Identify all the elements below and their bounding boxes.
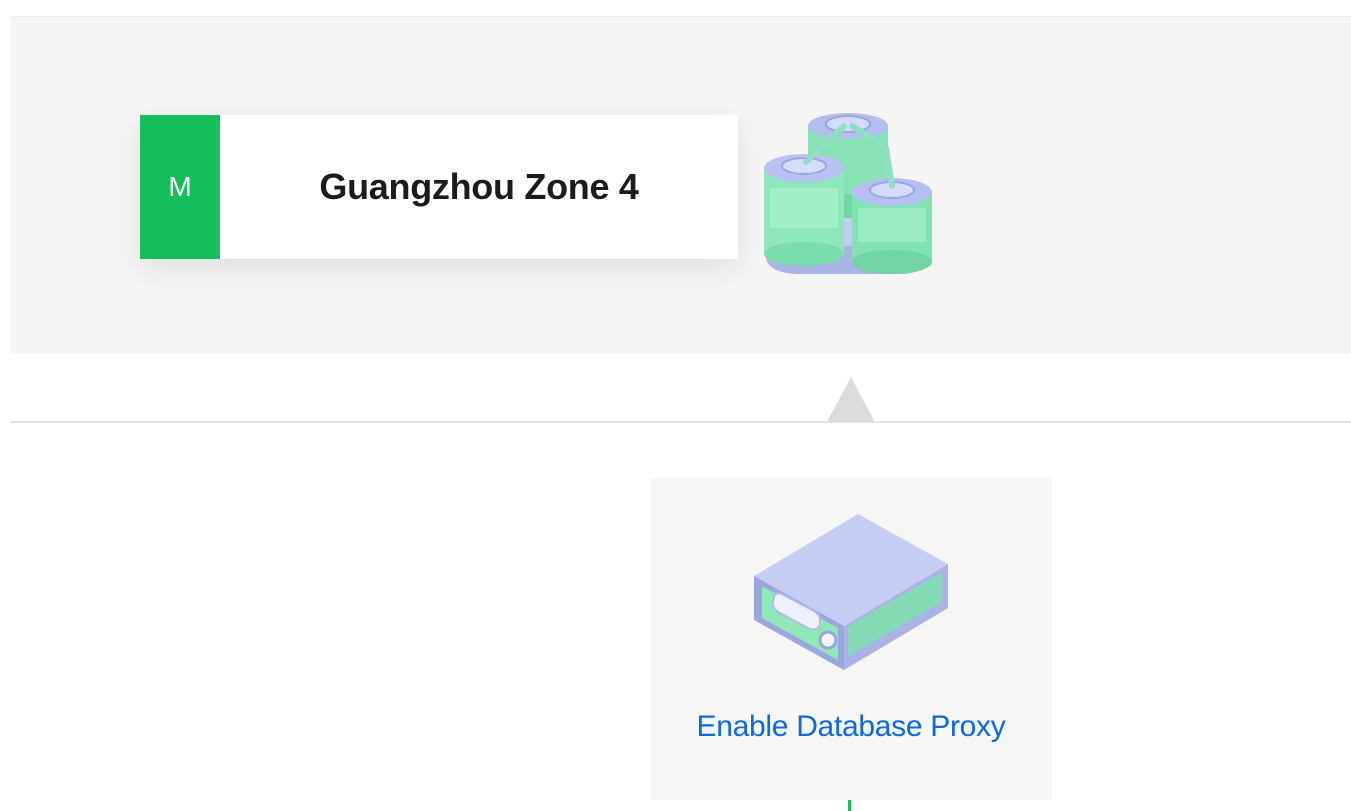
pointer-arrow-icon	[827, 377, 875, 422]
divider	[10, 421, 1351, 423]
proxy-server-icon	[748, 506, 954, 681]
zone-name: Guangzhou Zone 4	[319, 166, 639, 207]
enable-database-proxy-card[interactable]: Enable Database Proxy	[650, 478, 1052, 800]
zone-badge: M	[140, 115, 220, 259]
database-cluster-icon	[756, 96, 940, 285]
top-strip	[0, 0, 1351, 16]
enable-database-proxy-link[interactable]: Enable Database Proxy	[650, 710, 1052, 744]
connector-line	[848, 800, 851, 811]
zone-card: M Guangzhou Zone 4	[140, 115, 738, 259]
left-edge	[0, 0, 10, 811]
